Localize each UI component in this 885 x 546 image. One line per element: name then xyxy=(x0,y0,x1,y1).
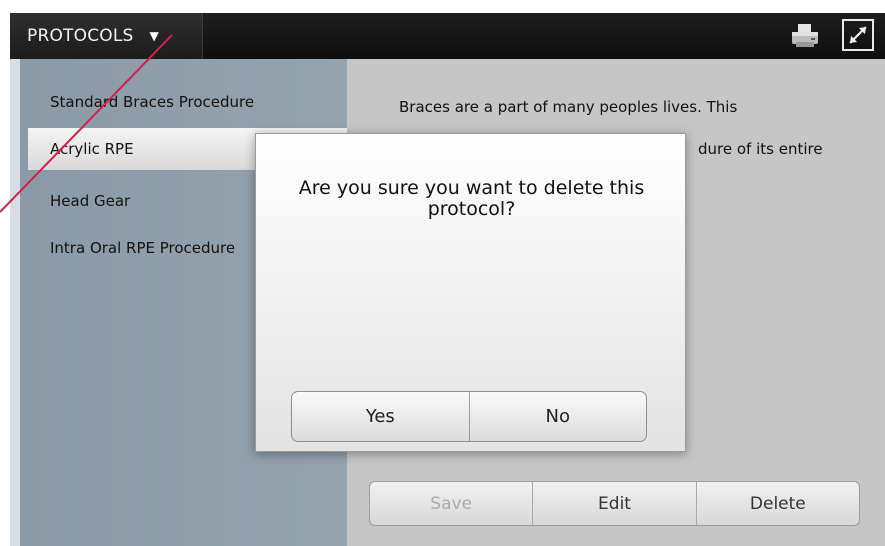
protocol-item-label: Intra Oral RPE Procedure xyxy=(50,239,236,257)
app-window: PROTOCOLS ▼ Standard Braces Procedure Ac… xyxy=(0,0,885,546)
expand-icon[interactable] xyxy=(842,19,874,51)
dialog-button-group: Yes No xyxy=(291,391,647,442)
printer-icon[interactable] xyxy=(791,24,819,48)
protocol-item-standard-braces[interactable]: Standard Braces Procedure xyxy=(28,81,388,123)
save-button[interactable]: Save xyxy=(370,482,534,525)
top-bar: PROTOCOLS ▼ xyxy=(10,13,885,59)
protocol-item-label: Head Gear xyxy=(50,192,131,210)
protocol-item-label: Acrylic RPE xyxy=(50,140,134,158)
protocol-item-label: Standard Braces Procedure xyxy=(50,93,255,111)
delete-button[interactable]: Delete xyxy=(697,482,859,525)
protocol-description-line-2: dure of its entire xyxy=(698,140,823,158)
chevron-down-icon: ▼ xyxy=(149,29,159,43)
protocols-menu-label: PROTOCOLS xyxy=(27,26,134,46)
protocol-description-line-1: Braces are a part of many peoples lives.… xyxy=(399,98,738,116)
no-button[interactable]: No xyxy=(470,392,647,441)
protocols-menu-button[interactable]: PROTOCOLS ▼ xyxy=(10,13,203,59)
dialog-message: Are you sure you want to delete this pro… xyxy=(298,177,645,220)
yes-button[interactable]: Yes xyxy=(292,392,470,441)
edit-button[interactable]: Edit xyxy=(533,482,697,525)
protocol-action-bar: Save Edit Delete xyxy=(369,481,860,526)
delete-confirm-dialog: Are you sure you want to delete this pro… xyxy=(255,133,686,452)
